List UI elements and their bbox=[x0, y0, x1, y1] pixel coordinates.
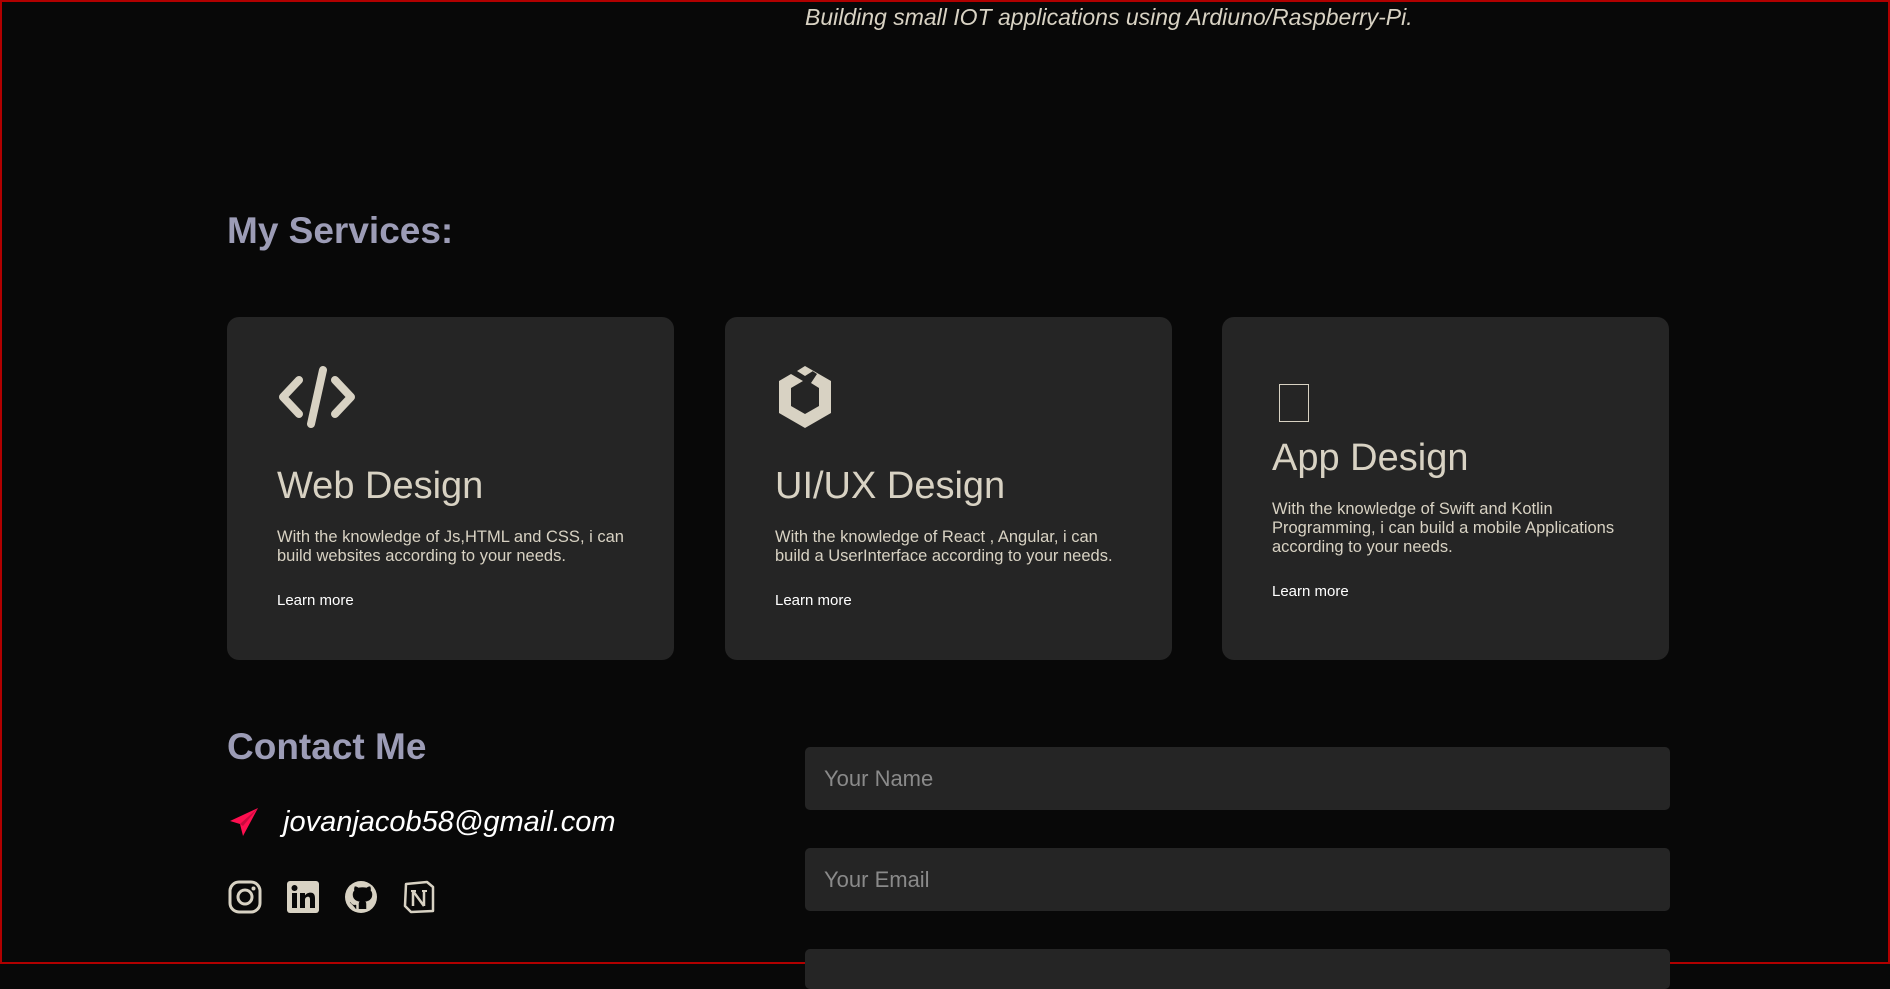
service-card-uiux-design: UI/UX Design With the knowledge of React… bbox=[725, 317, 1172, 660]
card-description: With the knowledge of Swift and Kotlin P… bbox=[1272, 500, 1615, 556]
contact-email[interactable]: jovanjacob58@gmail.com bbox=[283, 806, 616, 839]
services-title: My Services: bbox=[227, 210, 454, 251]
instagram-icon[interactable] bbox=[227, 879, 263, 915]
email-row: jovanjacob58@gmail.com bbox=[227, 805, 616, 839]
mobile-icon bbox=[1279, 384, 1309, 422]
notion-icon[interactable] bbox=[401, 879, 437, 915]
iot-description: Building small IOT applications using Ar… bbox=[805, 4, 1413, 30]
name-input[interactable] bbox=[805, 747, 1670, 810]
card-description: With the knowledge of Js,HTML and CSS, i… bbox=[277, 528, 624, 565]
linkedin-icon[interactable] bbox=[285, 879, 321, 915]
github-icon[interactable] bbox=[343, 879, 379, 915]
card-title: App Design bbox=[1272, 437, 1469, 479]
code-icon bbox=[277, 364, 357, 435]
service-card-web-design: Web Design With the knowledge of Js,HTML… bbox=[227, 317, 674, 660]
email-input[interactable] bbox=[805, 848, 1670, 911]
card-title: Web Design bbox=[277, 465, 484, 507]
paper-plane-icon bbox=[227, 805, 261, 839]
learn-more-link[interactable]: Learn more bbox=[1272, 583, 1349, 600]
service-card-app-design: App Design With the knowledge of Swift a… bbox=[1222, 317, 1669, 660]
card-description: With the knowledge of React , Angular, i… bbox=[775, 528, 1113, 565]
learn-more-link[interactable]: Learn more bbox=[277, 592, 354, 609]
card-title: UI/UX Design bbox=[775, 465, 1006, 507]
social-links bbox=[227, 879, 437, 915]
message-input[interactable] bbox=[805, 949, 1670, 989]
uikit-icon bbox=[775, 364, 835, 437]
contact-title: Contact Me bbox=[227, 726, 427, 767]
learn-more-link[interactable]: Learn more bbox=[775, 592, 852, 609]
